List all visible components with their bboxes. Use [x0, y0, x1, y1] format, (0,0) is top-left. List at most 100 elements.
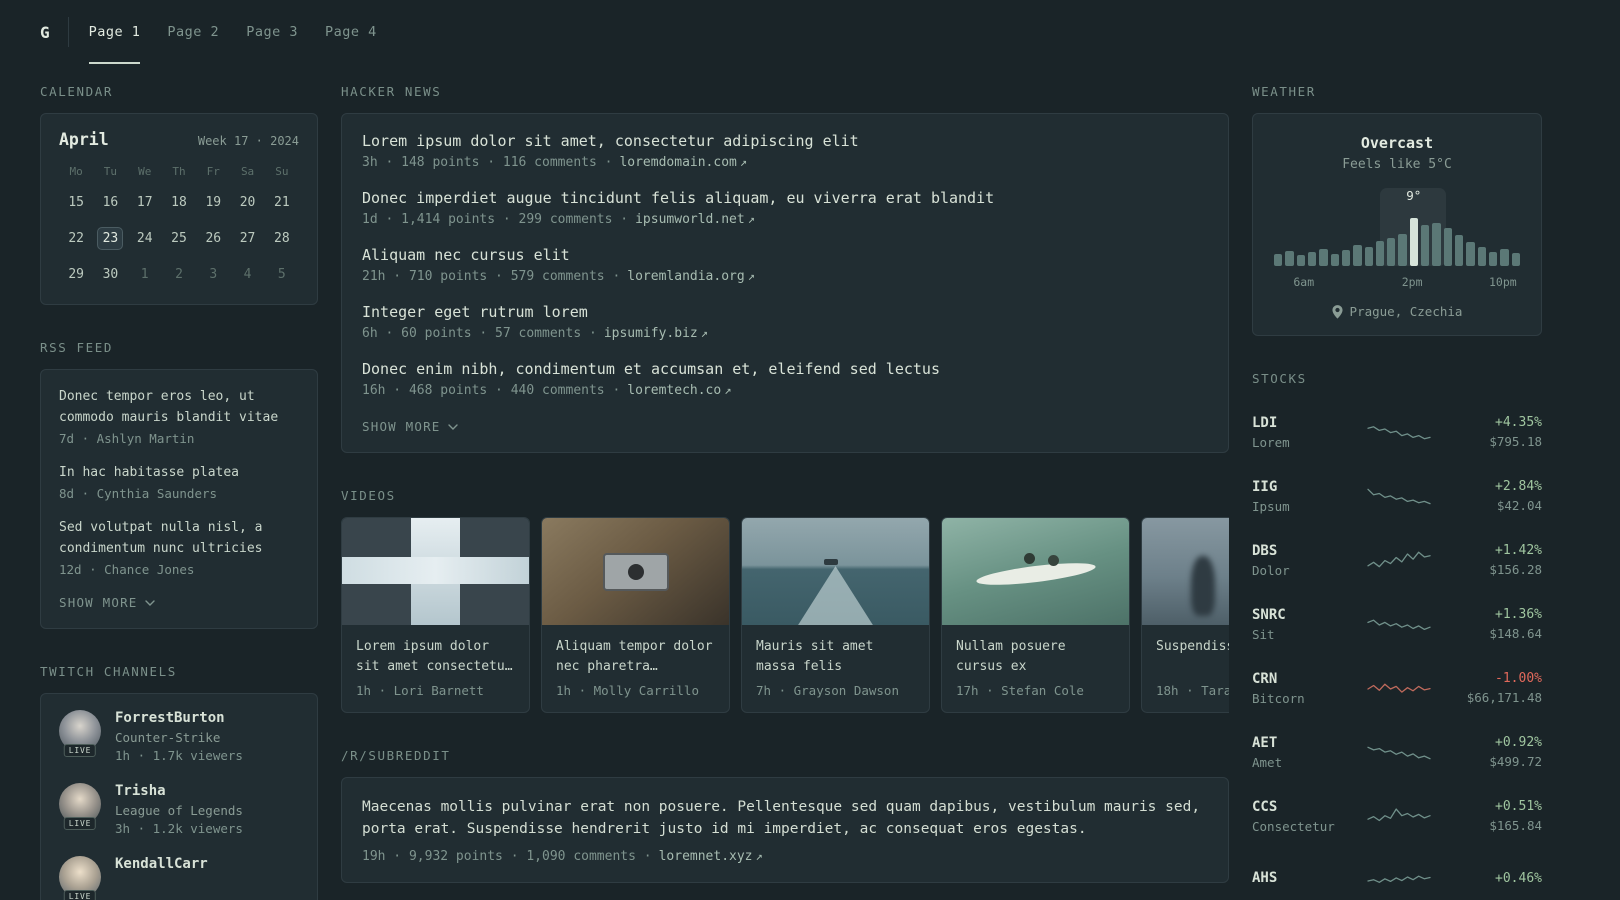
stocks-section: STOCKS LDI Lorem +4.35% $795.18 IIG Ipsu…	[1252, 371, 1542, 900]
weather-bar	[1285, 251, 1294, 266]
calendar-day-next-month: 5	[277, 267, 286, 282]
video-card[interactable]: Nullam posuere cursus ex 17h · Stefan Co…	[941, 517, 1130, 713]
stock-symbol: CCS	[1252, 798, 1278, 815]
twitch-widget: LIVE ForrestBurton Counter-Strike 1h · 1…	[40, 693, 318, 900]
video-thumbnail	[542, 518, 729, 625]
stock-row[interactable]: DBS Dolor +1.42% $156.28	[1252, 528, 1542, 592]
channel-game: Counter-Strike	[115, 730, 221, 745]
rss-show-more-button[interactable]: SHOW MORE	[59, 593, 155, 614]
hn-item[interactable]: Integer eget rutrum lorem 6h · 60 points…	[362, 303, 1208, 341]
live-badge: LIVE	[63, 744, 97, 757]
stock-row[interactable]: AHS +0.46%	[1252, 848, 1542, 900]
video-card[interactable]: Suspendisse diam 18h · Tara	[1141, 517, 1229, 713]
twitch-channel[interactable]: LIVE Trisha League of Legends 3h · 1.2k …	[59, 783, 299, 836]
hn-show-more-button[interactable]: SHOW MORE	[362, 417, 458, 438]
stock-change: +1.42%	[1495, 543, 1542, 558]
stock-price: $42.04	[1496, 498, 1542, 513]
stock-values: +0.92% $499.72	[1450, 735, 1542, 769]
rss-section: RSS FEED Donec tempor eros leo, ut commo…	[40, 340, 318, 629]
hn-item[interactable]: Donec imperdiet augue tincidunt felis al…	[362, 189, 1208, 227]
time-label: 10pm	[1488, 275, 1517, 289]
calendar-section-title: CALENDAR	[40, 84, 114, 99]
hn-domain-link[interactable]: loremdomain.com ↗	[619, 155, 747, 170]
rss-item[interactable]: Sed volutpat nulla nisl, a condimentum n…	[59, 517, 299, 577]
stock-price: $156.28	[1489, 562, 1542, 577]
weather-chart: 9°	[1274, 188, 1520, 266]
stock-sparkline	[1348, 481, 1450, 511]
weather-bar	[1353, 245, 1362, 266]
videos-section: VIDEOS Lorem ipsum dolor sit amet consec…	[341, 488, 1229, 713]
tab-page-4[interactable]: Page 4	[325, 0, 377, 64]
video-card[interactable]: Aliquam tempor dolor nec pharetra… 1h · …	[541, 517, 730, 713]
calendar-day: 20	[239, 195, 256, 210]
stock-row[interactable]: LDI Lorem +4.35% $795.18	[1252, 400, 1542, 464]
chevron-down-icon	[144, 599, 155, 606]
stock-price: $795.18	[1489, 434, 1542, 449]
stock-row[interactable]: CCS Consectetur +0.51% $165.84	[1252, 784, 1542, 848]
weather-section: WEATHER Overcast Feels like 5°C 9° 6am 2…	[1252, 84, 1542, 336]
dow-label: Fr	[206, 165, 220, 178]
twitch-channel[interactable]: LIVE KendallCarr	[59, 856, 299, 900]
hn-domain-link[interactable]: loremtech.co ↗	[627, 383, 731, 398]
stock-name: Ipsum	[1252, 498, 1290, 514]
app-logo[interactable]: G	[40, 0, 50, 64]
hn-domain-link[interactable]: ipsumify.biz ↗	[604, 326, 708, 341]
stock-sparkline	[1348, 609, 1450, 639]
hn-domain-link[interactable]: loremlandia.org ↗	[627, 269, 755, 284]
weather-bar	[1274, 254, 1283, 266]
hn-item[interactable]: Donec enim nibh, condimentum et accumsan…	[362, 360, 1208, 398]
hn-item-meta: 1d · 1,414 points · 299 comments · ipsumw…	[362, 212, 1208, 227]
hn-item[interactable]: Lorem ipsum dolor sit amet, consectetur …	[362, 132, 1208, 170]
calendar-day: 30	[102, 267, 119, 282]
tab-page-1[interactable]: Page 1	[88, 0, 141, 64]
hn-item-title: Integer eget rutrum lorem	[362, 303, 588, 321]
reddit-meta-text: 19h · 9,932 points · 1,090 comments ·	[362, 849, 652, 864]
video-meta: 1h · Lori Barnett	[356, 683, 484, 698]
nav-divider	[67, 17, 69, 47]
rss-item[interactable]: In hac habitasse platea 8d · Cynthia Sau…	[59, 462, 299, 501]
tab-page-2[interactable]: Page 2	[167, 0, 219, 64]
twitch-channel[interactable]: LIVE ForrestBurton Counter-Strike 1h · 1…	[59, 710, 299, 763]
stock-row[interactable]: CRN Bitcorn -1.00% $66,171.48	[1252, 656, 1542, 720]
location-pin-icon	[1332, 304, 1343, 319]
weather-condition: Overcast	[1360, 134, 1434, 152]
reddit-domain-link[interactable]: loremnet.xyz ↗	[659, 849, 763, 864]
hn-item[interactable]: Aliquam nec cursus elit 21h · 710 points…	[362, 246, 1208, 284]
stock-price: $499.72	[1489, 754, 1542, 769]
rss-item[interactable]: Donec tempor eros leo, ut commodo mauris…	[59, 386, 299, 446]
stock-values: +0.51% $165.84	[1450, 799, 1542, 833]
twitch-section: TWITCH CHANNELS LIVE ForrestBurton Count…	[40, 664, 318, 900]
live-badge: LIVE	[63, 890, 97, 900]
stock-sparkline	[1348, 801, 1450, 831]
subreddit-widget: Maecenas mollis pulvinar erat non posuer…	[341, 777, 1229, 883]
dow-label: Mo	[69, 165, 83, 178]
reddit-post-title[interactable]: Maecenas mollis pulvinar erat non posuer…	[362, 796, 1208, 840]
twitch-channel-info: KendallCarr	[115, 856, 208, 898]
stock-values: -1.00% $66,171.48	[1450, 671, 1542, 705]
tab-page-3[interactable]: Page 3	[246, 0, 298, 64]
dow-label: We	[138, 165, 152, 178]
video-card-body: Mauris sit amet massa felis 7h · Grayson…	[742, 625, 929, 712]
hn-domain-link[interactable]: ipsumworld.net ↗	[635, 212, 755, 227]
stocks-section-title: STOCKS	[1252, 371, 1307, 386]
video-card[interactable]: Lorem ipsum dolor sit amet consectetu… 1…	[341, 517, 530, 713]
external-link-icon: ↗	[700, 326, 708, 340]
subreddit-section: /R/SUBREDDIT Maecenas mollis pulvinar er…	[341, 748, 1229, 883]
weather-location[interactable]: Prague, Czechia	[1271, 304, 1523, 319]
stock-row[interactable]: SNRC Sit +1.36% $148.64	[1252, 592, 1542, 656]
dow-label: Tu	[103, 165, 118, 178]
weather-bar	[1341, 250, 1351, 266]
calendar-section: CALENDAR April Week 17 · 2024 Mo Tu We T…	[40, 84, 318, 305]
channel-name: ForrestBurton	[115, 710, 225, 726]
video-card[interactable]: Mauris sit amet massa felis 7h · Grayson…	[741, 517, 930, 713]
video-title: Mauris sit amet massa felis	[756, 639, 874, 674]
calendar-day-next-month: 2	[175, 267, 183, 282]
stock-values: +1.36% $148.64	[1450, 607, 1542, 641]
hacker-news-widget: Lorem ipsum dolor sit amet, consectetur …	[341, 113, 1229, 453]
stock-id: CRN Bitcorn	[1252, 671, 1348, 706]
stock-price: $148.64	[1489, 626, 1542, 641]
chevron-down-icon	[447, 423, 458, 430]
stock-row[interactable]: AET Amet +0.92% $499.72	[1252, 720, 1542, 784]
weather-time-axis: 6am 2pm 10pm	[1271, 275, 1523, 290]
stock-row[interactable]: IIG Ipsum +2.84% $42.04	[1252, 464, 1542, 528]
